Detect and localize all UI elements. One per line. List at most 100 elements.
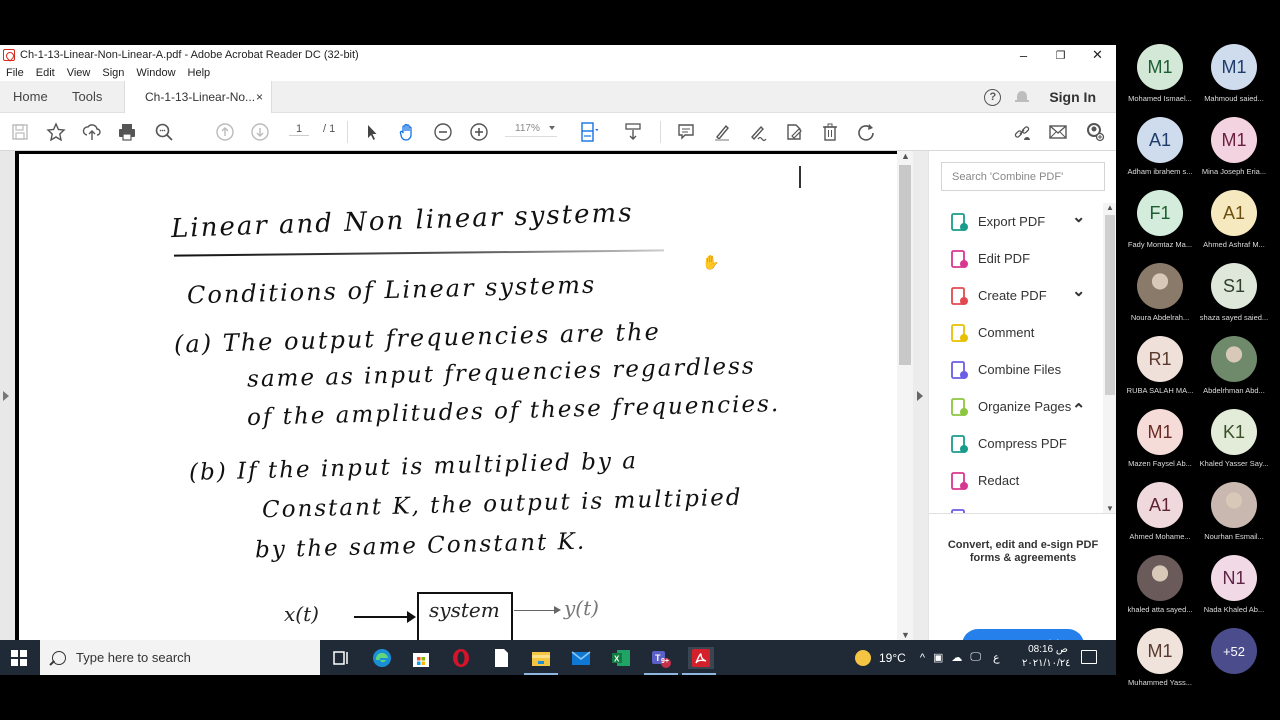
comment-icon[interactable] xyxy=(675,121,697,143)
document-scrollbar[interactable]: ▲ ▼ xyxy=(897,151,913,640)
participant-tile[interactable]: M1 Mohamed Ismael... xyxy=(1123,44,1197,103)
tool-item-edit-pdf[interactable]: Edit PDF xyxy=(929,240,1103,277)
participant-tile[interactable]: +52 xyxy=(1197,628,1271,674)
menu-window[interactable]: Window xyxy=(130,65,181,81)
tools-list-scrollbar[interactable]: ▲ ▼ xyxy=(1103,203,1116,513)
network-icon[interactable]: 🖵 xyxy=(970,651,981,664)
expand-left-panel-icon[interactable] xyxy=(3,391,9,401)
participant-tile[interactable]: M1 Muhammed Yass... xyxy=(1123,628,1197,687)
help-icon[interactable]: ? xyxy=(984,88,1002,106)
highlight-pen-icon[interactable] xyxy=(711,121,733,143)
tool-item-redact[interactable]: Redact xyxy=(929,462,1103,499)
share-link-icon[interactable] xyxy=(1011,121,1033,143)
windows-start-icon[interactable] xyxy=(11,650,27,666)
scroll-down-icon[interactable]: ▼ xyxy=(1106,504,1114,513)
add-user-icon[interactable] xyxy=(1084,121,1106,143)
chevron-down-icon[interactable]: ⌄ xyxy=(1072,207,1085,227)
collapse-right-pane-icon[interactable] xyxy=(917,391,923,401)
menu-help[interactable]: Help xyxy=(182,65,217,81)
input-language-indicator[interactable]: ع xyxy=(993,651,1000,664)
tool-item-combine-files[interactable]: Combine Files xyxy=(929,351,1103,388)
tool-item-comment[interactable]: Comment xyxy=(929,314,1103,351)
menu-edit[interactable]: Edit xyxy=(30,65,61,81)
participant-tile[interactable]: M1 Mahmoud saied... xyxy=(1197,44,1271,103)
restore-button[interactable]: ❐ xyxy=(1042,45,1079,65)
participant-tile[interactable]: A1 Ahmed Ashraf M... xyxy=(1197,190,1271,249)
hand-tool-icon[interactable] xyxy=(396,121,418,143)
page-fit-icon[interactable] xyxy=(577,121,599,143)
tab-document[interactable]: Ch-1-13-Linear-No... × xyxy=(124,81,272,114)
participant-tile[interactable]: N1 Nada Khaled Ab... xyxy=(1197,555,1271,614)
teams-icon[interactable]: T 9+ xyxy=(644,647,678,675)
zoom-out-icon[interactable] xyxy=(432,121,454,143)
edge-browser-icon[interactable] xyxy=(371,647,393,669)
participant-tile[interactable]: Abdelrhman Abd... xyxy=(1197,336,1271,395)
zoom-in-icon[interactable] xyxy=(468,121,490,143)
fill-sign-document-icon[interactable] xyxy=(783,121,805,143)
close-tab-icon[interactable]: × xyxy=(256,81,263,113)
participant-tile[interactable]: K1 Khaled Yasser Say... xyxy=(1197,409,1271,468)
scrollbar-thumb[interactable] xyxy=(899,165,911,365)
meet-now-icon[interactable]: ▣ xyxy=(933,651,943,664)
onedrive-cloud-icon[interactable]: ☁ xyxy=(951,651,962,664)
sign-in-button[interactable]: Sign In xyxy=(1049,89,1096,105)
more-participants-button[interactable]: +52 xyxy=(1211,628,1257,674)
next-page-icon[interactable] xyxy=(249,121,271,143)
participant-tile[interactable]: F1 Fady Momtaz Ma... xyxy=(1123,190,1197,249)
weather-icon[interactable] xyxy=(855,649,871,666)
taskbar-clock[interactable]: 08:16 ص ٢٠٢١/١٠/٢٤ xyxy=(1022,643,1071,671)
acrobat-taskbar-icon[interactable] xyxy=(682,647,716,675)
upload-cloud-icon[interactable] xyxy=(81,121,103,143)
participant-tile[interactable]: Nourhan Esmail... xyxy=(1197,482,1271,541)
tab-home[interactable]: Home xyxy=(13,81,48,113)
scroll-mode-icon[interactable] xyxy=(622,121,644,143)
task-view-icon[interactable] xyxy=(330,647,352,669)
chevron-up-icon[interactable]: ⌃ xyxy=(1072,400,1085,420)
participant-tile[interactable]: M1 Mazen Faysel Ab... xyxy=(1123,409,1197,468)
save-icon[interactable] xyxy=(9,121,31,143)
participant-tile[interactable]: A1 Adham ibrahem s... xyxy=(1123,117,1197,176)
chevron-down-icon[interactable]: ⌄ xyxy=(1072,281,1085,301)
scroll-up-icon[interactable]: ▲ xyxy=(1106,203,1114,212)
participant-tile[interactable]: R1 RUBA SALAH MA... xyxy=(1123,336,1197,395)
participant-tile[interactable]: khaled atta sayed... xyxy=(1123,555,1197,614)
tool-item-create-pdf[interactable]: Create PDF ⌄ xyxy=(929,277,1103,314)
document-file-icon[interactable] xyxy=(490,647,512,669)
print-icon[interactable] xyxy=(116,121,138,143)
delete-trash-icon[interactable] xyxy=(819,121,841,143)
microsoft-store-icon[interactable] xyxy=(410,647,432,669)
scroll-down-icon[interactable]: ▼ xyxy=(901,630,910,640)
email-envelope-icon[interactable] xyxy=(1047,121,1069,143)
chevron-up-icon[interactable]: ^ xyxy=(920,652,925,664)
tool-item-organize-pages[interactable]: Organize Pages ⌃ xyxy=(929,388,1103,425)
page-number-input[interactable]: 1 xyxy=(289,123,309,136)
zoom-level-select[interactable]: 117% xyxy=(505,123,557,137)
excel-icon[interactable]: X xyxy=(610,647,632,669)
mail-icon[interactable] xyxy=(570,647,592,669)
tab-tools[interactable]: Tools xyxy=(72,81,102,113)
taskbar-search-box[interactable]: Type here to search xyxy=(40,640,320,675)
menu-sign[interactable]: Sign xyxy=(96,65,130,81)
menu-view[interactable]: View xyxy=(61,65,97,81)
action-center-icon[interactable] xyxy=(1081,650,1097,664)
tools-search-input[interactable]: Search 'Combine PDF' xyxy=(941,162,1105,191)
rotate-icon[interactable] xyxy=(855,121,877,143)
opera-browser-icon[interactable] xyxy=(450,647,472,669)
menu-file[interactable]: File xyxy=(0,65,30,81)
participant-tile[interactable]: M1 Mina Joseph Eria... xyxy=(1197,117,1271,176)
tool-item-export-pdf[interactable]: Export PDF ⌄ xyxy=(929,203,1103,240)
weather-temperature[interactable]: 19°C xyxy=(879,651,906,665)
close-button[interactable]: ✕ xyxy=(1079,45,1116,65)
free-trial-button[interactable]: Free 7-Day Trial xyxy=(962,629,1084,640)
participant-tile[interactable]: Noura Abdelrah... xyxy=(1123,263,1197,322)
find-search-icon[interactable] xyxy=(153,121,175,143)
participant-tile[interactable]: A1 Ahmed Mohame... xyxy=(1123,482,1197,541)
previous-page-icon[interactable] xyxy=(214,121,236,143)
tool-item-protect[interactable]: Protect xyxy=(929,499,1103,513)
bookmark-star-icon[interactable] xyxy=(45,121,67,143)
select-cursor-icon[interactable] xyxy=(361,121,383,143)
file-explorer-icon[interactable] xyxy=(524,647,558,675)
tool-item-compress-pdf[interactable]: Compress PDF xyxy=(929,425,1103,462)
scrollbar-thumb[interactable] xyxy=(1105,215,1115,395)
notifications-bell-icon[interactable] xyxy=(1015,89,1030,105)
